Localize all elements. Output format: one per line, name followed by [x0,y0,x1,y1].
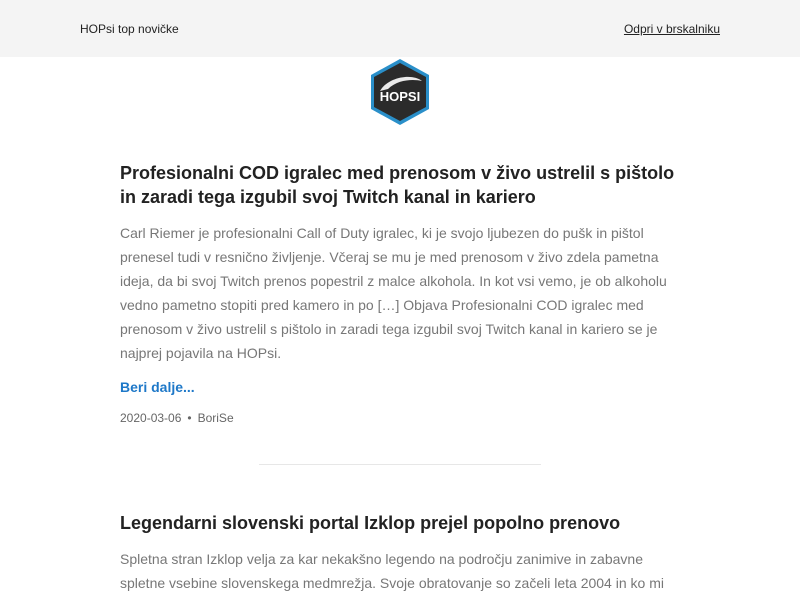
hopsi-logo[interactable]: HOPSI [368,57,432,127]
article-title[interactable]: Profesionalni COD igralec med prenosom v… [120,161,680,209]
read-more-link[interactable]: Beri dalje... [120,379,195,395]
article-author: BoriSe [197,411,234,425]
article-divider [259,464,541,465]
article-meta: 2020-03-06 • BoriSe [120,411,680,425]
article-date: 2020-03-06 [120,411,182,425]
articles-list: Profesionalni COD igralec med prenosom v… [120,157,680,595]
article-excerpt: Carl Riemer je profesionalni Call of Dut… [120,225,667,361]
open-in-browser-link[interactable]: Odpri v brskalniku [624,22,720,36]
article-item: Legendarni slovenski portal Izklop preje… [120,507,680,595]
logo-container: HOPSI [0,57,800,157]
newsletter-title: HOPsi top novičke [80,21,179,36]
meta-separator: • [187,411,192,425]
article-excerpt: Spletna stran Izklop velja za kar nekakš… [120,551,664,591]
logo-text: HOPSI [380,89,420,104]
article-item: Profesionalni COD igralec med prenosom v… [120,157,680,425]
email-header-bar: HOPsi top novičke Odpri v brskalniku [0,0,800,57]
article-title[interactable]: Legendarni slovenski portal Izklop preje… [120,511,680,535]
